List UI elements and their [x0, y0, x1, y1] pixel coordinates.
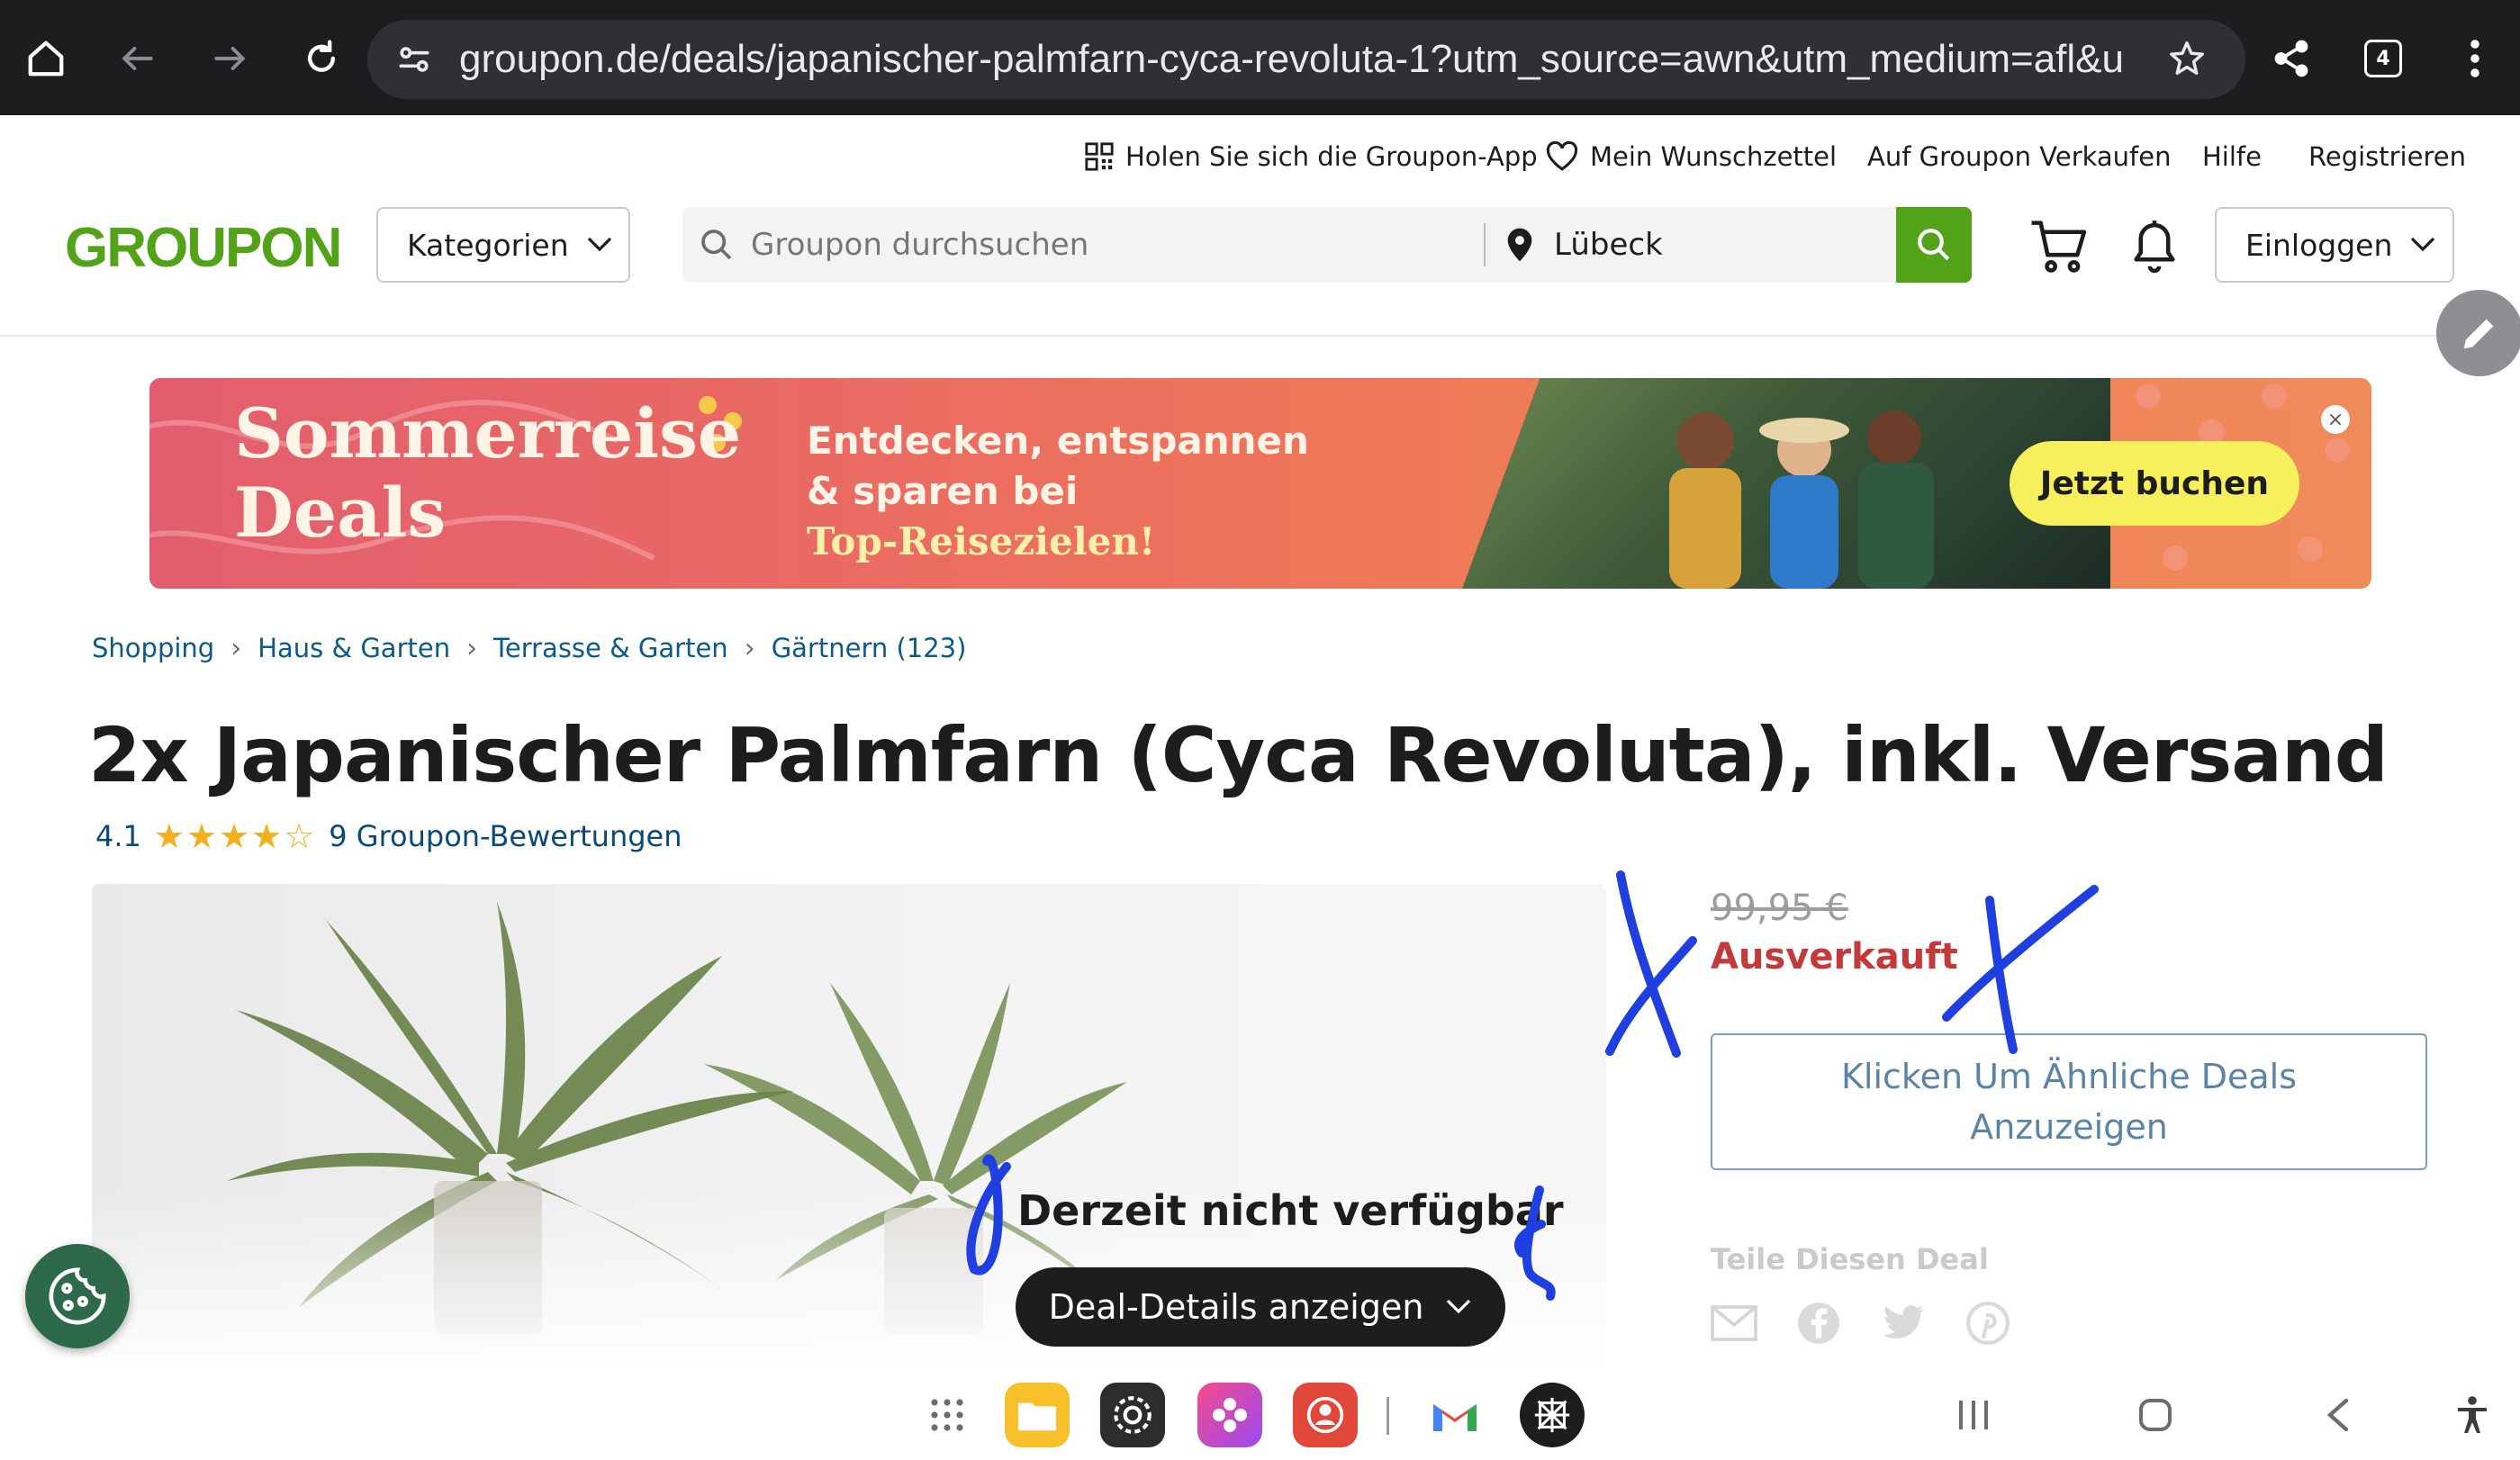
similar-deals-line1: Klicken Um Ähnliche Deals — [1840, 1057, 2298, 1096]
back-button[interactable] — [2308, 1386, 2366, 1444]
banner-sub-line3: Top-Reisezielen! — [807, 519, 1156, 563]
deal-details-button[interactable]: Deal-Details anzeigen — [1016, 1267, 1505, 1347]
home-button[interactable] — [2127, 1386, 2184, 1444]
contacts-app-icon[interactable] — [1293, 1383, 1358, 1447]
facebook-icon[interactable] — [1795, 1300, 1842, 1347]
unavailable-label: Derzeit nicht verfügbar — [1017, 1186, 1564, 1235]
breadcrumb-item-home-garden[interactable]: Haus & Garten — [257, 633, 450, 663]
search-input[interactable] — [751, 207, 1471, 283]
rating-row: 4.1 ★★★★☆ 9 Groupon-Bewertungen — [95, 814, 682, 859]
browser-app-icon[interactable] — [1520, 1383, 1585, 1447]
email-icon[interactable] — [1711, 1300, 1757, 1347]
forward-icon[interactable] — [198, 27, 261, 90]
qr-code-icon — [1085, 142, 1114, 171]
sell-link[interactable]: Auf Groupon Verkaufen — [1867, 137, 2172, 176]
banner-title-line2: Deals — [234, 473, 447, 553]
address-bar[interactable]: groupon.de/deals/japanischer-palmfarn-cy… — [367, 20, 2245, 99]
menu-icon[interactable] — [2443, 27, 2506, 90]
bookmark-star-icon[interactable] — [2166, 38, 2209, 81]
wishlist-link[interactable]: Mein Wunschzettel — [1545, 137, 1837, 176]
location-field[interactable]: Lübeck — [1554, 207, 1663, 283]
star-rating-icon: ★★★★☆ — [153, 816, 317, 856]
bell-icon[interactable] — [2121, 212, 2188, 279]
gmail-app-icon[interactable] — [1423, 1383, 1487, 1447]
home-icon[interactable] — [14, 27, 77, 90]
app-drawer-icon[interactable] — [918, 1386, 976, 1444]
get-app-label: Holen Sie sich die Groupon-App — [1125, 141, 1538, 172]
banner-title-line1: Sommerreise — [234, 393, 742, 473]
twitter-icon[interactable] — [1880, 1300, 1927, 1347]
search-icon — [701, 230, 732, 260]
categories-dropdown[interactable]: Kategorien — [376, 207, 630, 283]
accessibility-icon[interactable] — [2443, 1386, 2501, 1444]
files-app-icon[interactable] — [1005, 1383, 1070, 1447]
header-divider — [0, 335, 2520, 337]
chevron-down-icon — [2411, 237, 2435, 252]
reviews-link[interactable]: 9 Groupon-Bewertungen — [329, 819, 682, 853]
register-link[interactable]: Registrieren — [2308, 137, 2466, 176]
search-icon — [1918, 229, 1950, 261]
login-label: Einloggen — [2245, 227, 2393, 263]
original-price: 99,95 € — [1711, 888, 1848, 929]
url-text[interactable]: groupon.de/deals/japanischer-palmfarn-cy… — [459, 20, 2152, 99]
banner-sub-line1: Entdecken, entspannen — [807, 419, 1309, 463]
settings-app-icon[interactable] — [1100, 1383, 1165, 1447]
deal-details-label: Deal-Details anzeigen — [1048, 1287, 1424, 1327]
page-title: 2x Japanischer Palmfarn (Cyca Revoluta),… — [88, 711, 2389, 799]
banner-sub-line2: & sparen bei — [807, 469, 1079, 513]
chevron-down-icon — [1447, 1299, 1471, 1314]
show-similar-deals-button[interactable]: Klicken Um Ähnliche Deals Anzuzeigen — [1711, 1033, 2427, 1170]
similar-deals-label: Klicken Um Ähnliche Deals Anzuzeigen — [1841, 1051, 2297, 1152]
rating-value: 4.1 — [95, 819, 141, 853]
search-button[interactable] — [1896, 207, 1972, 283]
groupon-logo[interactable]: GROUPON — [65, 216, 342, 280]
taskbar-divider — [1386, 1397, 1389, 1435]
help-link[interactable]: Hilfe — [2202, 137, 2262, 176]
cookie-icon — [49, 1267, 106, 1325]
chevron-right-icon: › — [744, 632, 755, 664]
share-deal-label: Teile Diesen Deal — [1711, 1242, 1989, 1276]
banner-subtitle: Entdecken, entspannen & sparen bei Top-R… — [807, 416, 1309, 567]
chevron-down-icon — [587, 237, 611, 252]
wishlist-label: Mein Wunschzettel — [1590, 141, 1838, 172]
pencil-icon — [2463, 319, 2494, 349]
cookie-settings-button[interactable] — [25, 1244, 130, 1348]
tabs-icon[interactable]: 4 — [2352, 27, 2415, 90]
breadcrumb-item-shopping[interactable]: Shopping — [92, 633, 214, 663]
search-bar: Lübeck — [682, 207, 1972, 283]
recent-apps-button[interactable] — [1945, 1386, 2002, 1444]
chevron-right-icon: › — [230, 632, 242, 664]
gallery-app-icon[interactable] — [1197, 1383, 1262, 1447]
back-icon[interactable] — [106, 27, 169, 90]
edit-pencil-button[interactable] — [2436, 290, 2520, 376]
pinterest-icon[interactable] — [1965, 1300, 2011, 1347]
cart-icon[interactable] — [2026, 212, 2092, 279]
login-dropdown[interactable]: Einloggen — [2215, 207, 2454, 283]
banner-close-icon[interactable]: × — [2321, 405, 2350, 434]
breadcrumb-item-gardening[interactable]: Gärtnern (123) — [772, 633, 967, 663]
categories-label: Kategorien — [407, 227, 569, 263]
banner-book-now-button[interactable]: Jetzt buchen — [2010, 441, 2299, 526]
tab-count: 4 — [2364, 40, 2402, 77]
breadcrumb-item-patio-garden[interactable]: Terrasse & Garten — [493, 633, 728, 663]
browser-toolbar: groupon.de/deals/japanischer-palmfarn-cy… — [0, 0, 2520, 115]
similar-deals-line2: Anzuzeigen — [1970, 1107, 2168, 1147]
search-divider — [1484, 223, 1486, 266]
share-icon[interactable] — [2260, 27, 2323, 90]
get-app-link[interactable]: Holen Sie sich die Groupon-App — [1084, 137, 1538, 176]
breadcrumb: Shopping › Haus & Garten › Terrasse & Ga… — [92, 626, 966, 670]
heart-icon — [1546, 141, 1578, 171]
chevron-right-icon: › — [466, 632, 478, 664]
location-pin-icon — [1507, 228, 1532, 262]
promo-banner[interactable]: Sommerreise Deals Entdecken, entspannen … — [149, 378, 2371, 589]
reload-icon[interactable] — [290, 27, 353, 90]
sold-out-status: Ausverkauft — [1711, 936, 1958, 978]
site-settings-icon[interactable] — [394, 40, 434, 79]
